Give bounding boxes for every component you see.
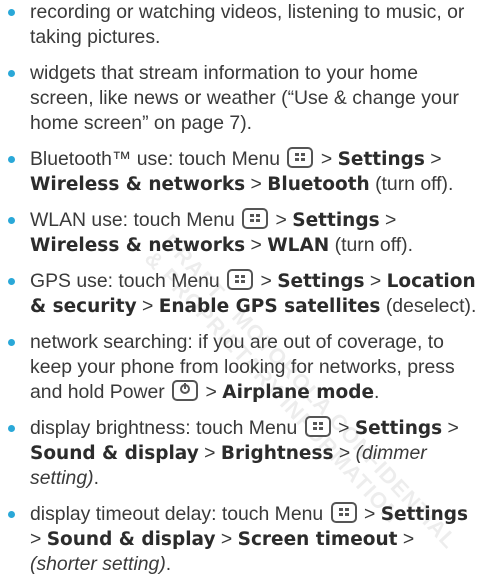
item-text: display brightness: touch Menu bbox=[30, 417, 303, 439]
item-text: > bbox=[198, 442, 221, 464]
list-item: display timeout delay: touch Menu > Sett… bbox=[0, 502, 490, 577]
list-item: recording or watching videos, listening … bbox=[0, 0, 490, 50]
menu-path-label: Sound & display bbox=[30, 443, 199, 464]
item-text: > bbox=[255, 270, 278, 292]
list-item: widgets that stream information to your … bbox=[0, 61, 490, 136]
bullet-icon bbox=[8, 511, 15, 518]
menu-path-label: Wireless & networks bbox=[30, 235, 246, 256]
item-text: recording or watching videos, listening … bbox=[30, 1, 465, 48]
item-text: . bbox=[165, 553, 172, 575]
list-item: Bluetooth™ use: touch Menu > Settings > … bbox=[0, 147, 490, 197]
menu-path-label: Settings bbox=[277, 271, 365, 292]
menu-key-icon bbox=[330, 502, 357, 523]
menu-key-icon bbox=[304, 416, 331, 437]
item-text: > bbox=[442, 417, 459, 439]
item-text: > bbox=[333, 442, 356, 464]
item-text: > bbox=[397, 528, 415, 550]
item-text: widgets that stream information to your … bbox=[30, 62, 459, 134]
list-item: network searching: if you are out of cov… bbox=[0, 330, 490, 405]
item-text: > bbox=[364, 270, 387, 292]
item-text: > bbox=[332, 417, 355, 439]
item-text: WLAN use: touch Menu bbox=[30, 209, 241, 231]
bullet-icon bbox=[8, 70, 15, 77]
menu-path-label: Sound & display bbox=[46, 529, 216, 550]
bullet-icon bbox=[8, 217, 15, 224]
menu-path-label: Settings bbox=[292, 210, 380, 231]
bullet-icon bbox=[8, 9, 15, 16]
item-text: . bbox=[374, 381, 380, 403]
menu-path-label: Settings bbox=[337, 149, 425, 170]
item-text: (deselect). bbox=[380, 295, 477, 317]
list-item: GPS use: touch Menu > Settings > Locatio… bbox=[0, 269, 490, 319]
power-key-icon bbox=[172, 380, 199, 401]
bullet-icon bbox=[8, 425, 15, 432]
item-text: (turn off). bbox=[369, 173, 454, 195]
list-item: display brightness: touch Menu > Setting… bbox=[0, 416, 490, 491]
menu-path-label: Enable GPS satellites bbox=[158, 296, 381, 317]
item-text: > bbox=[245, 173, 268, 195]
bullet-icon bbox=[8, 278, 15, 285]
setting-hint: (shorter setting) bbox=[30, 553, 166, 575]
item-text: > bbox=[245, 234, 268, 256]
menu-path-label: WLAN bbox=[267, 235, 330, 256]
item-text: > bbox=[379, 209, 397, 231]
menu-key-icon bbox=[242, 208, 269, 229]
menu-path-label: Screen timeout bbox=[237, 529, 398, 550]
item-text: > bbox=[358, 503, 381, 525]
menu-path-label: Bluetooth bbox=[267, 174, 370, 195]
menu-key-icon bbox=[287, 147, 314, 168]
bullet-icon bbox=[8, 339, 15, 346]
menu-path-label: Brightness bbox=[220, 443, 334, 464]
list-item: WLAN use: touch Menu > Settings > Wirele… bbox=[0, 208, 490, 258]
item-text: > bbox=[270, 209, 293, 231]
item-text: (turn off). bbox=[329, 234, 413, 256]
menu-path-label: Settings bbox=[354, 418, 443, 439]
item-text: > bbox=[215, 528, 238, 550]
item-text: > bbox=[424, 148, 442, 170]
menu-path-label: Settings bbox=[380, 504, 469, 525]
bullet-icon bbox=[8, 156, 15, 163]
tips-list: recording or watching videos, listening … bbox=[0, 0, 490, 588]
item-text: > bbox=[315, 148, 338, 170]
item-text: > bbox=[136, 295, 159, 317]
item-text: > bbox=[200, 381, 223, 403]
menu-path-label: Wireless & networks bbox=[30, 174, 246, 195]
item-text: > bbox=[30, 528, 47, 550]
menu-key-icon bbox=[227, 269, 254, 290]
item-text: display timeout delay: touch Menu bbox=[30, 503, 329, 525]
item-text: Bluetooth™ use: touch Menu bbox=[30, 148, 286, 170]
item-text: GPS use: touch Menu bbox=[30, 270, 226, 292]
menu-path-label: Airplane mode bbox=[222, 382, 375, 403]
item-text: . bbox=[93, 467, 99, 489]
